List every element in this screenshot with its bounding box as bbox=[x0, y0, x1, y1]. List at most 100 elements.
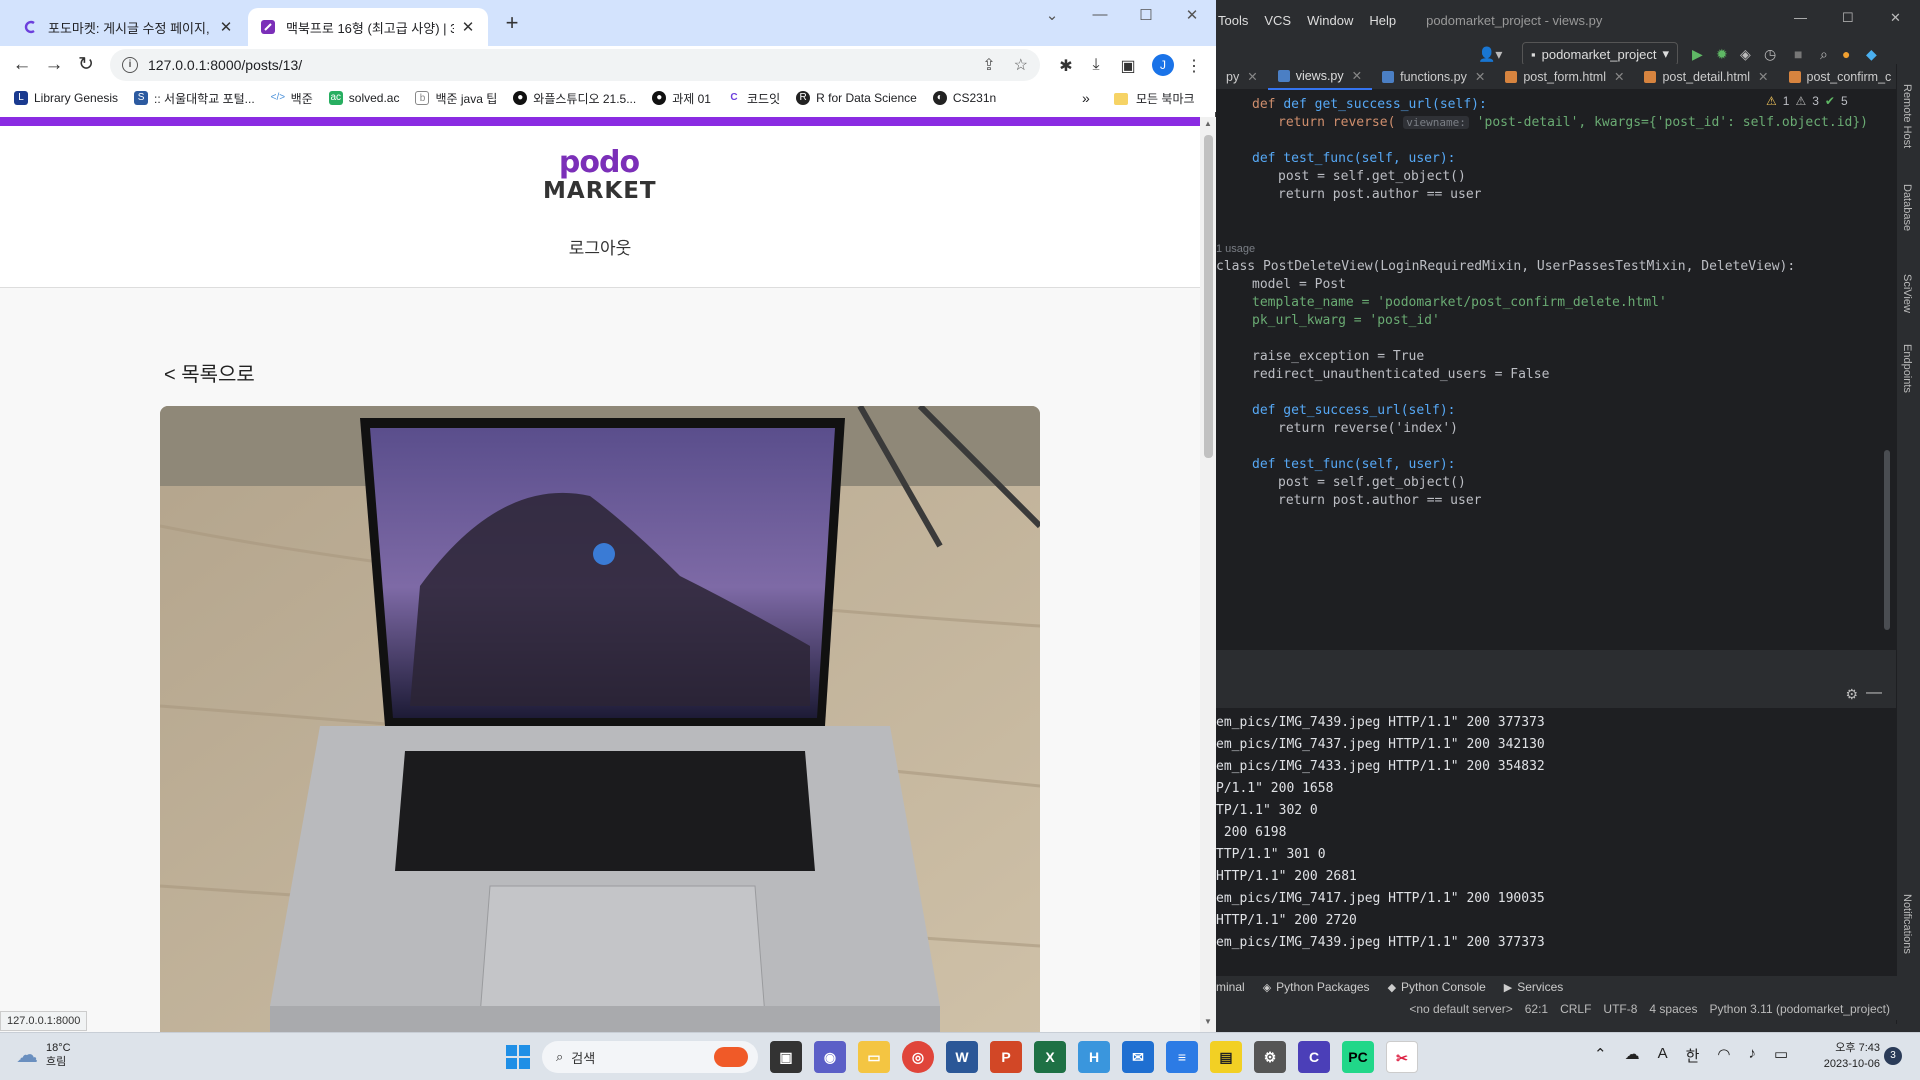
browser-tab-edit-page[interactable]: 포도마켓: 게시글 수정 페이지, ( ✕ bbox=[10, 8, 246, 46]
profile-icon[interactable]: ◷ bbox=[1764, 46, 1776, 63]
close-icon[interactable]: ✕ bbox=[460, 18, 476, 36]
bookmark-codeit[interactable]: C 코드잇 bbox=[727, 90, 780, 107]
powerpoint-icon[interactable]: P bbox=[990, 1041, 1022, 1073]
page-scrollbar[interactable]: ▲ ▼ bbox=[1200, 117, 1216, 1032]
terminal-tab[interactable]: minal bbox=[1216, 980, 1245, 994]
sciview-tool[interactable]: SciView bbox=[1901, 274, 1913, 313]
excel-icon[interactable]: X bbox=[1034, 1041, 1066, 1073]
wifi-icon[interactable]: ◠ bbox=[1717, 1045, 1730, 1066]
browser-tab-post-detail[interactable]: 맥북프로 16형 (최고급 사양) | 3 ✕ bbox=[248, 8, 488, 46]
close-icon[interactable]: ✕ bbox=[1758, 69, 1768, 84]
snipping-tool-icon[interactable]: ✂ bbox=[1386, 1041, 1418, 1073]
scroll-down-icon[interactable]: ▼ bbox=[1204, 1017, 1212, 1026]
bookmark-java-tip[interactable]: b 백준 java 팁 bbox=[415, 90, 497, 107]
close-window-button[interactable]: ✕ bbox=[1890, 10, 1901, 26]
share-icon[interactable]: ⇪ bbox=[982, 55, 995, 75]
chevron-up-icon[interactable]: ⌃ bbox=[1594, 1045, 1607, 1066]
python-interpreter[interactable]: Python 3.11 (podomarket_project) bbox=[1709, 1002, 1890, 1016]
maximize-button[interactable]: ☐ bbox=[1132, 6, 1160, 30]
podo-market-logo[interactable]: podo MARKET bbox=[543, 148, 656, 210]
maximize-button[interactable]: ☐ bbox=[1842, 10, 1854, 26]
sticky-notes-icon[interactable]: ▤ bbox=[1210, 1041, 1242, 1073]
hancom-icon[interactable]: H bbox=[1078, 1041, 1110, 1073]
coverage-icon[interactable]: ◈ bbox=[1740, 46, 1751, 63]
close-icon[interactable]: ✕ bbox=[1614, 69, 1624, 84]
cursor-position[interactable]: 62:1 bbox=[1525, 1002, 1548, 1016]
reload-icon[interactable]: ↻ bbox=[74, 54, 98, 78]
ime-mode-icon[interactable]: A bbox=[1658, 1045, 1668, 1066]
editor-tab-views[interactable]: views.py ✕ bbox=[1267, 64, 1373, 90]
database-tool[interactable]: Database bbox=[1901, 184, 1913, 231]
services-tab[interactable]: ▶ Services bbox=[1504, 980, 1563, 994]
line-separator[interactable]: CRLF bbox=[1560, 1002, 1591, 1016]
word-icon[interactable]: W bbox=[946, 1041, 978, 1073]
notification-badge[interactable]: 3 bbox=[1884, 1047, 1902, 1065]
terminal-panel[interactable]: ⚙ — em_pics/IMG_7439.jpeg HTTP/1.1" 200 … bbox=[1216, 684, 1896, 984]
editor-tab-post-form[interactable]: post_form.html ✕ bbox=[1495, 64, 1634, 90]
code-editor[interactable]: def def get_success_url(self): return re… bbox=[1216, 90, 1896, 736]
editor-tab-functions[interactable]: functions.py ✕ bbox=[1372, 64, 1495, 90]
bookmark-libgen[interactable]: L Library Genesis bbox=[14, 91, 118, 105]
bookmark-cs231n[interactable]: ◐ CS231n bbox=[932, 91, 996, 105]
minimize-button[interactable]: — bbox=[1794, 10, 1807, 25]
onedrive-icon[interactable]: ☁ bbox=[1625, 1045, 1640, 1066]
ime-hangul-indicator[interactable]: 한 bbox=[1686, 1045, 1700, 1066]
taskbar-search[interactable]: ⌕ 검색 bbox=[542, 1041, 758, 1073]
bookmarks-overflow-icon[interactable]: » bbox=[1082, 90, 1090, 106]
address-bar[interactable]: i 127.0.0.1:8000/posts/13/ ⇪ ☆ bbox=[110, 49, 1040, 81]
close-icon[interactable]: ✕ bbox=[218, 18, 234, 36]
logout-link[interactable]: 로그아웃 bbox=[0, 234, 1200, 259]
close-icon[interactable]: ✕ bbox=[1247, 69, 1257, 84]
scroll-up-icon[interactable]: ▲ bbox=[1204, 119, 1212, 128]
server-status[interactable]: <no default server> bbox=[1409, 1002, 1512, 1016]
volume-icon[interactable]: ♪ bbox=[1749, 1045, 1757, 1066]
new-tab-button[interactable]: + bbox=[500, 12, 524, 36]
menu-kebab-icon[interactable]: ⋮ bbox=[1184, 56, 1204, 76]
debug-icon[interactable]: ✹ bbox=[1716, 46, 1728, 63]
back-arrow-icon[interactable]: ← bbox=[10, 54, 34, 78]
python-console-tab[interactable]: ◆ Python Console bbox=[1388, 980, 1486, 994]
bookmark-baekjoon[interactable]: </> 백준 bbox=[271, 90, 313, 107]
mail-icon[interactable]: ✉ bbox=[1122, 1041, 1154, 1073]
bookmark-assignment[interactable]: ● 과제 01 bbox=[652, 90, 711, 107]
chrome-icon[interactable]: ◎ bbox=[902, 1041, 934, 1073]
url-text[interactable]: 127.0.0.1:8000/posts/13/ bbox=[148, 57, 302, 73]
menu-vcs[interactable]: VCS bbox=[1264, 13, 1291, 28]
user-icon[interactable]: 👤▾ bbox=[1478, 46, 1502, 63]
minimize-panel-icon[interactable]: — bbox=[1866, 684, 1882, 702]
extensions-icon[interactable]: ✱ bbox=[1056, 56, 1076, 76]
file-explorer-icon[interactable]: ▭ bbox=[858, 1041, 890, 1073]
menu-tools[interactable]: Tools bbox=[1218, 13, 1248, 28]
gear-icon[interactable]: ⚙ bbox=[1845, 686, 1858, 703]
remote-host-tool[interactable]: Remote Host bbox=[1901, 84, 1913, 148]
download-icon[interactable]: ⤓ bbox=[1086, 56, 1106, 76]
teams-chat-icon[interactable]: ◉ bbox=[814, 1041, 846, 1073]
forward-arrow-icon[interactable]: → bbox=[42, 54, 66, 78]
notifications-tool[interactable]: Notifications bbox=[1901, 894, 1913, 954]
close-window-button[interactable]: ✕ bbox=[1178, 6, 1206, 30]
close-icon[interactable]: ✕ bbox=[1352, 68, 1362, 83]
bookmark-waffle[interactable]: ● 와플스튜디오 21.5... bbox=[513, 90, 636, 107]
weather-widget[interactable]: ☁ 18°C 흐림 bbox=[16, 1041, 71, 1069]
tab-search-icon[interactable]: ⌄ bbox=[1038, 6, 1066, 30]
windows-start-icon[interactable] bbox=[506, 1045, 530, 1069]
side-panel-icon[interactable]: ▣ bbox=[1118, 56, 1138, 76]
all-bookmarks-folder[interactable]: 모든 북마크 bbox=[1114, 90, 1195, 107]
bookmark-r4ds[interactable]: R R for Data Science bbox=[796, 91, 917, 105]
scroll-thumb[interactable] bbox=[1204, 135, 1213, 458]
indent-setting[interactable]: 4 spaces bbox=[1649, 1002, 1697, 1016]
search-icon[interactable]: ⌕ bbox=[1820, 46, 1828, 63]
run-config-select[interactable]: ▪ podomarket_project ▾ bbox=[1522, 42, 1679, 66]
inspection-widget[interactable]: ⚠ 1 ⚠ 3 ✔ 5 bbox=[1766, 94, 1848, 108]
bookmark-solvedac[interactable]: ac solved.ac bbox=[328, 91, 399, 105]
stop-icon[interactable]: ■ bbox=[1794, 46, 1802, 62]
plugin-icon[interactable]: ◆ bbox=[1866, 46, 1877, 63]
python-packages-tab[interactable]: ◈ Python Packages bbox=[1263, 980, 1370, 994]
notepad-icon[interactable]: ≡ bbox=[1166, 1041, 1198, 1073]
run-icon[interactable]: ▶ bbox=[1692, 46, 1703, 63]
battery-icon[interactable]: ▭ bbox=[1774, 1045, 1788, 1066]
bookmark-snu[interactable]: S:: 서울대학교 포털... bbox=[134, 90, 255, 107]
pycharm-icon[interactable]: PC bbox=[1342, 1041, 1374, 1073]
close-icon[interactable]: ✕ bbox=[1475, 69, 1485, 84]
bookmark-star-icon[interactable]: ☆ bbox=[1014, 55, 1028, 75]
